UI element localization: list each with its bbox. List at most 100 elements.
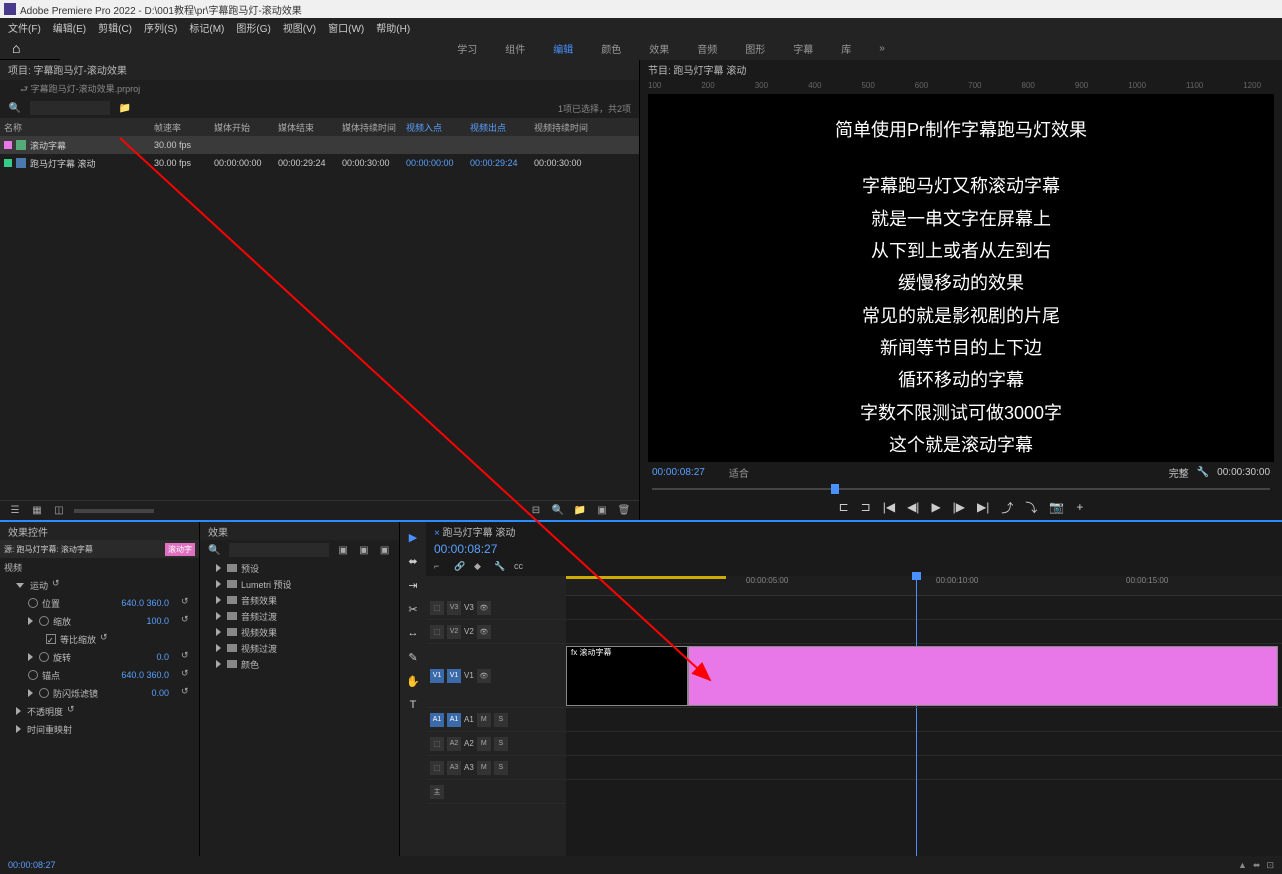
status-icon[interactable]: ⊡ — [1266, 860, 1274, 871]
razor-tool[interactable]: ✂ — [404, 600, 422, 618]
monitor-full[interactable]: 完整 — [1169, 465, 1189, 480]
tab-assembly[interactable]: 组件 — [505, 41, 525, 56]
step-fwd-button[interactable]: |▶ — [953, 500, 965, 514]
mark-out-button[interactable]: ⊐ — [861, 500, 871, 514]
delete-button[interactable]: 🗑 — [617, 504, 631, 518]
stopwatch-icon[interactable] — [39, 652, 49, 662]
reset-icon[interactable]: ↺ — [181, 686, 195, 700]
search-icon[interactable]: 🔍 — [8, 101, 22, 115]
master-track[interactable]: 主 — [430, 785, 444, 799]
project-search-input[interactable] — [30, 101, 110, 115]
reset-icon[interactable]: ↺ — [100, 632, 114, 646]
timeline-playhead[interactable] — [916, 576, 917, 856]
effects-search-input[interactable] — [229, 543, 329, 557]
menu-clip[interactable]: 剪辑(C) — [98, 20, 132, 34]
track-toggle[interactable]: V1 — [430, 669, 444, 683]
tab-effects[interactable]: 效果 — [649, 41, 669, 56]
menu-help[interactable]: 帮助(H) — [376, 20, 410, 34]
eye-icon[interactable]: 👁 — [477, 625, 491, 639]
menu-view[interactable]: 视图(V) — [283, 20, 316, 34]
automate-icon[interactable]: ⊟ — [529, 504, 543, 518]
effects-folder[interactable]: Lumetri 预设 — [200, 576, 399, 592]
timeline-timecode[interactable]: 00:00:08:27 — [426, 540, 1282, 558]
track-v2[interactable] — [566, 620, 1282, 644]
search-icon[interactable]: 🔍 — [208, 543, 221, 557]
timeline-clip[interactable]: fx 滚动字幕 — [566, 646, 688, 706]
scrubber-playhead[interactable] — [831, 484, 839, 494]
tab-color[interactable]: 颜色 — [601, 41, 621, 56]
wrench-icon[interactable]: 🔧 — [1197, 467, 1209, 478]
type-tool[interactable]: T — [404, 696, 422, 714]
find-icon[interactable]: 🔍 — [551, 504, 565, 518]
effects-folder[interactable]: 视频效果 — [200, 624, 399, 640]
list-view-icon[interactable]: ☰ — [8, 504, 22, 518]
play-button[interactable]: ▶ — [931, 500, 940, 514]
solo-icon[interactable]: S — [494, 761, 508, 775]
ripple-tool[interactable]: ⇥ — [404, 576, 422, 594]
track-target[interactable]: V3 — [447, 601, 461, 615]
project-row[interactable]: 跑马灯字幕 滚动 30.00 fps 00:00:00:00 00:00:29:… — [0, 154, 639, 172]
zoom-slider[interactable] — [74, 509, 154, 513]
menu-file[interactable]: 文件(F) — [8, 20, 41, 34]
menu-window[interactable]: 窗口(W) — [328, 20, 364, 34]
effects-folder[interactable]: 视频过渡 — [200, 640, 399, 656]
caption-icon[interactable]: cc — [514, 561, 526, 573]
solo-icon[interactable]: S — [494, 713, 508, 727]
extract-button[interactable]: ⤵ — [1025, 499, 1037, 516]
reset-icon[interactable]: ↺ — [67, 704, 81, 718]
stopwatch-icon[interactable] — [28, 670, 38, 680]
effects-folder[interactable]: 颜色 — [200, 656, 399, 672]
track-target[interactable]: A3 — [447, 761, 461, 775]
step-back-button[interactable]: ◀| — [907, 500, 919, 514]
selection-tool[interactable]: ▶ — [404, 528, 422, 546]
reset-icon[interactable]: ↺ — [181, 668, 195, 682]
slip-tool[interactable]: ↔ — [404, 624, 422, 642]
status-icon[interactable]: ⬌ — [1253, 860, 1261, 871]
monitor-fit[interactable]: 适合 — [729, 465, 749, 480]
track-target[interactable]: A1 — [447, 713, 461, 727]
track-target[interactable]: V1 — [447, 669, 461, 683]
pen-tool[interactable]: ✎ — [404, 648, 422, 666]
monitor-scrubber[interactable] — [652, 482, 1270, 495]
track-a2[interactable] — [566, 732, 1282, 756]
tab-graphics[interactable]: 图形 — [745, 41, 765, 56]
link-icon[interactable]: 🔗 — [454, 561, 466, 573]
mute-icon[interactable]: M — [477, 761, 491, 775]
status-icon[interactable]: ▲ — [1238, 860, 1247, 871]
track-a3[interactable] — [566, 756, 1282, 780]
fx-badge-icon[interactable]: ▣ — [358, 543, 371, 557]
timeline-ruler[interactable]: 00:00:05:00 00:00:10:00 00:00:15:00 — [566, 576, 1282, 596]
effects-folder[interactable]: 音频过渡 — [200, 608, 399, 624]
menu-edit[interactable]: 编辑(E) — [53, 20, 86, 34]
hand-tool[interactable]: ✋ — [404, 672, 422, 690]
go-in-button[interactable]: |◀ — [883, 500, 895, 514]
menu-sequence[interactable]: 序列(S) — [144, 20, 177, 34]
effects-folder[interactable]: 预设 — [200, 560, 399, 576]
stopwatch-icon[interactable] — [39, 616, 49, 626]
tab-audio[interactable]: 音频 — [697, 41, 717, 56]
stopwatch-icon[interactable] — [39, 688, 49, 698]
snap-icon[interactable]: ⌐ — [434, 561, 446, 573]
timeline-tracks[interactable]: 00:00:05:00 00:00:10:00 00:00:15:00 fx 滚… — [566, 576, 1282, 856]
go-out-button[interactable]: ▶| — [977, 500, 989, 514]
fx-badge-icon[interactable]: ▣ — [378, 543, 391, 557]
track-toggle[interactable]: ⬚ — [430, 737, 444, 751]
monitor-timecode[interactable]: 00:00:08:27 — [652, 467, 705, 478]
track-a1[interactable] — [566, 708, 1282, 732]
track-target[interactable]: A2 — [447, 737, 461, 751]
project-row[interactable]: 滚动字幕 30.00 fps — [0, 136, 639, 154]
marker-icon[interactable]: ◆ — [474, 561, 486, 573]
track-v1[interactable]: fx 滚动字幕 — [566, 644, 1282, 708]
fx-badge-icon[interactable]: ▣ — [337, 543, 350, 557]
new-item-button[interactable]: ▣ — [595, 504, 609, 518]
settings-icon[interactable]: 🔧 — [494, 561, 506, 573]
home-button[interactable]: ⌂ — [0, 36, 60, 60]
new-bin-button[interactable]: 📁 — [573, 504, 587, 518]
menu-mark[interactable]: 标记(M) — [189, 20, 224, 34]
eye-icon[interactable]: 👁 — [477, 669, 491, 683]
reset-icon[interactable]: ↺ — [181, 614, 195, 628]
tab-captions[interactable]: 字幕 — [793, 41, 813, 56]
program-viewer[interactable]: 简单使用Pr制作字幕跑马灯效果 字幕跑马灯又称滚动字幕 就是一串文字在屏幕上 从… — [648, 94, 1274, 462]
effects-folder[interactable]: 音频效果 — [200, 592, 399, 608]
settings-button[interactable]: + — [1076, 500, 1083, 514]
